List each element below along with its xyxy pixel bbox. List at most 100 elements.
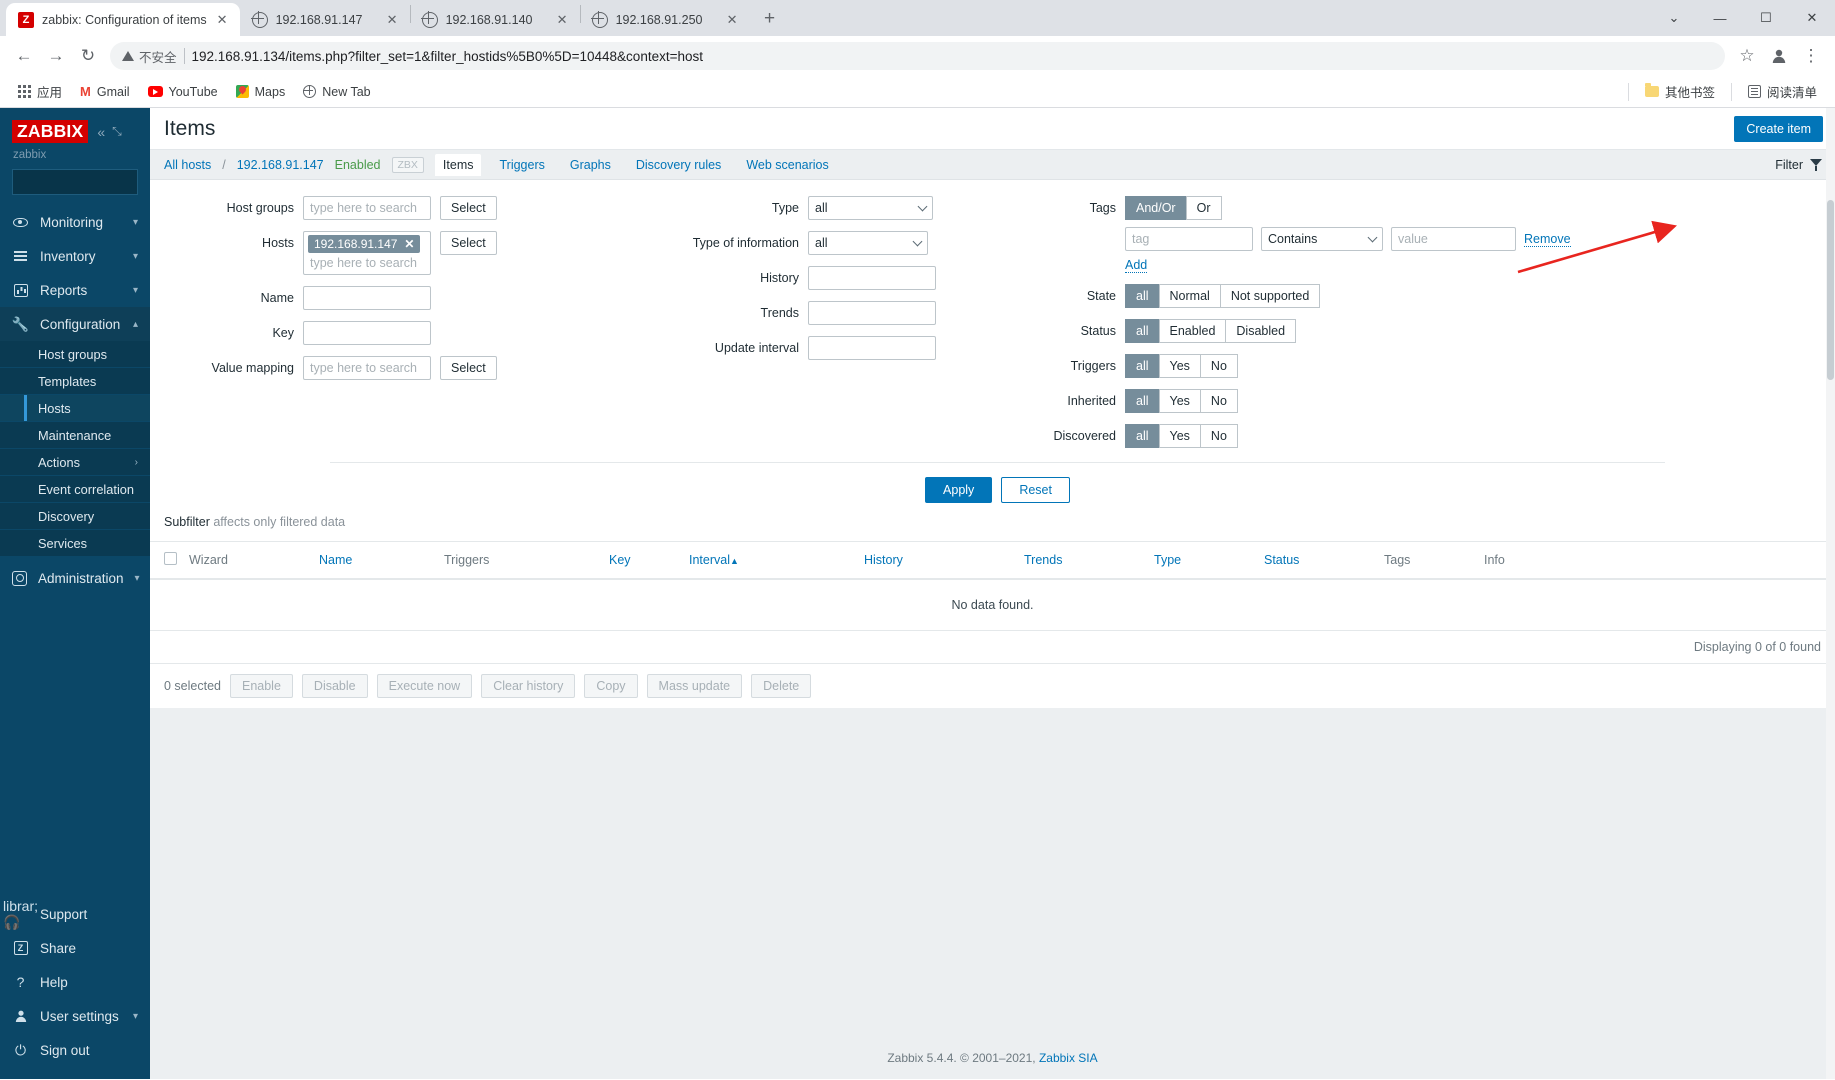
security-warning[interactable]: 不安全 xyxy=(122,47,177,66)
bookmark-reading-list[interactable]: 阅读清单 xyxy=(1740,79,1825,104)
inherited-option-yes[interactable]: Yes xyxy=(1158,389,1200,413)
close-icon[interactable]: ✕ xyxy=(385,12,400,28)
sidebar-item-host-groups[interactable]: Host groups xyxy=(0,341,150,368)
column-status[interactable]: Status xyxy=(1258,542,1378,580)
zabbix-logo[interactable]: ZABBIX xyxy=(12,120,89,143)
close-icon[interactable]: ✕ xyxy=(215,12,230,28)
sidebar-item-templates[interactable]: Templates xyxy=(0,368,150,395)
trends-input[interactable] xyxy=(808,301,936,325)
browser-tab-3[interactable]: 192.168.91.250 ✕ xyxy=(580,3,750,36)
apply-button[interactable]: Apply xyxy=(925,477,993,503)
close-icon[interactable]: ✕ xyxy=(404,237,414,251)
close-icon[interactable]: ✕ xyxy=(555,12,570,28)
column-name[interactable]: Name xyxy=(313,542,438,580)
mass-update-button[interactable]: Mass update xyxy=(646,674,743,698)
sidebar-item-reports[interactable]: Reports ▾ xyxy=(0,273,150,307)
bookmark-star-icon[interactable]: ☆ xyxy=(1731,40,1763,72)
minimize-button[interactable]: — xyxy=(1697,0,1743,36)
column-interval[interactable]: Interval▲ xyxy=(683,542,858,580)
browser-menu-icon[interactable]: ⋮ xyxy=(1795,40,1827,72)
tag-operator-select[interactable]: Contains xyxy=(1261,227,1383,251)
sidebar-item-monitoring[interactable]: Monitoring ▾ xyxy=(0,205,150,239)
tag-add-link[interactable]: Add xyxy=(1125,258,1148,273)
sidebar-item-user-settings[interactable]: User settings ▾ xyxy=(0,999,150,1033)
tags-operator-or[interactable]: Or xyxy=(1185,196,1222,220)
type-of-information-select[interactable]: all xyxy=(808,231,928,255)
reset-button[interactable]: Reset xyxy=(1001,477,1070,503)
state-option-normal[interactable]: Normal xyxy=(1158,284,1220,308)
value-mapping-select-button[interactable]: Select xyxy=(440,356,497,380)
tab-discovery-rules[interactable]: Discovery rules xyxy=(629,155,728,175)
tab-graphs[interactable]: Graphs xyxy=(563,155,618,175)
tab-items[interactable]: Items xyxy=(434,153,482,176)
sidebar-item-services[interactable]: Services xyxy=(0,530,150,557)
name-input[interactable] xyxy=(303,286,431,310)
sidebar-item-administration[interactable]: Administration ▾ xyxy=(0,561,150,595)
bookmark-maps[interactable]: Maps xyxy=(228,82,294,102)
profile-icon[interactable] xyxy=(1763,40,1795,72)
copy-button[interactable]: Copy xyxy=(584,674,638,698)
state-option-all[interactable]: all xyxy=(1125,284,1159,308)
host-status[interactable]: Enabled xyxy=(335,158,381,172)
browser-tab-0[interactable]: Z zabbix: Configuration of items ✕ xyxy=(6,3,240,36)
page-scrollbar[interactable] xyxy=(1826,108,1835,1079)
discovered-option-yes[interactable]: Yes xyxy=(1158,424,1200,448)
bookmark-other-bookmarks[interactable]: 其他书签 xyxy=(1637,79,1723,104)
enable-button[interactable]: Enable xyxy=(229,674,293,698)
discovered-option-all[interactable]: all xyxy=(1125,424,1159,448)
tag-value-input[interactable] xyxy=(1391,227,1516,251)
host-groups-input[interactable] xyxy=(303,196,431,220)
column-key[interactable]: Key xyxy=(603,542,683,580)
tag-remove-link[interactable]: Remove xyxy=(1524,232,1571,247)
new-tab-button[interactable]: + xyxy=(756,5,784,33)
host-groups-select-button[interactable]: Select xyxy=(440,196,497,220)
status-option-enabled[interactable]: Enabled xyxy=(1158,319,1226,343)
back-icon[interactable]: ← xyxy=(8,40,40,72)
sidebar-item-maintenance[interactable]: Maintenance xyxy=(0,422,150,449)
browser-tab-2[interactable]: 192.168.91.140 ✕ xyxy=(410,3,580,36)
clear-history-button[interactable]: Clear history xyxy=(481,674,576,698)
sidebar-item-help[interactable]: ? Help xyxy=(0,965,150,999)
breadcrumb-all-hosts[interactable]: All hosts xyxy=(164,158,211,172)
close-icon[interactable]: ✕ xyxy=(725,12,740,28)
select-all-checkbox[interactable] xyxy=(164,552,177,565)
create-item-button[interactable]: Create item xyxy=(1734,115,1823,142)
tag-name-input[interactable] xyxy=(1125,227,1253,251)
sidebar-item-discovery[interactable]: Discovery xyxy=(0,503,150,530)
column-trends[interactable]: Trends xyxy=(1018,542,1148,580)
breadcrumb-host[interactable]: 192.168.91.147 xyxy=(237,158,324,172)
status-option-all[interactable]: all xyxy=(1125,319,1159,343)
column-type[interactable]: Type xyxy=(1148,542,1258,580)
status-option-disabled[interactable]: Disabled xyxy=(1225,319,1297,343)
sidebar-item-share[interactable]: Z Share xyxy=(0,931,150,965)
address-bar[interactable]: 不安全 192.168.91.134/items.php?filter_set=… xyxy=(110,42,1725,70)
type-select[interactable]: all xyxy=(808,196,933,220)
sidebar-search[interactable]: 🔍 xyxy=(12,169,194,195)
bookmark-apps[interactable]: 应用 xyxy=(10,79,70,104)
sidebar-item-support[interactable]: librar;🎧 Support xyxy=(0,897,150,931)
triggers-option-yes[interactable]: Yes xyxy=(1158,354,1200,378)
browser-tab-1[interactable]: 192.168.91.147 ✕ xyxy=(240,3,410,36)
hosts-select-button[interactable]: Select xyxy=(440,231,497,255)
delete-button[interactable]: Delete xyxy=(751,674,812,698)
tags-operator-and-or[interactable]: And/Or xyxy=(1125,196,1186,220)
funnel-icon[interactable] xyxy=(1810,158,1823,171)
history-input[interactable] xyxy=(808,266,936,290)
reload-icon[interactable]: ↻ xyxy=(72,40,104,72)
sidebar-item-inventory[interactable]: Inventory ▾ xyxy=(0,239,150,273)
sidebar-item-configuration[interactable]: 🔧 Configuration ▴ xyxy=(0,307,150,341)
bookmark-gmail[interactable]: M Gmail xyxy=(72,81,138,102)
window-close-button[interactable]: ✕ xyxy=(1789,0,1835,36)
sidebar-item-event-correlation[interactable]: Event correlation xyxy=(0,476,150,503)
collapse-sidebar-icon[interactable]: « xyxy=(97,124,105,140)
inherited-option-all[interactable]: all xyxy=(1125,389,1159,413)
footer-link[interactable]: Zabbix SIA xyxy=(1039,1051,1098,1065)
sidebar-item-hosts[interactable]: Hosts xyxy=(0,395,150,422)
tab-search-icon[interactable]: ⌄ xyxy=(1651,0,1697,36)
disable-button[interactable]: Disable xyxy=(301,674,368,698)
inherited-option-no[interactable]: No xyxy=(1199,389,1238,413)
bookmark-youtube[interactable]: YouTube xyxy=(140,82,226,102)
triggers-option-no[interactable]: No xyxy=(1199,354,1238,378)
bookmark-new-tab[interactable]: New Tab xyxy=(295,82,378,102)
hosts-chip[interactable]: 192.168.91.147 ✕ xyxy=(308,235,421,253)
